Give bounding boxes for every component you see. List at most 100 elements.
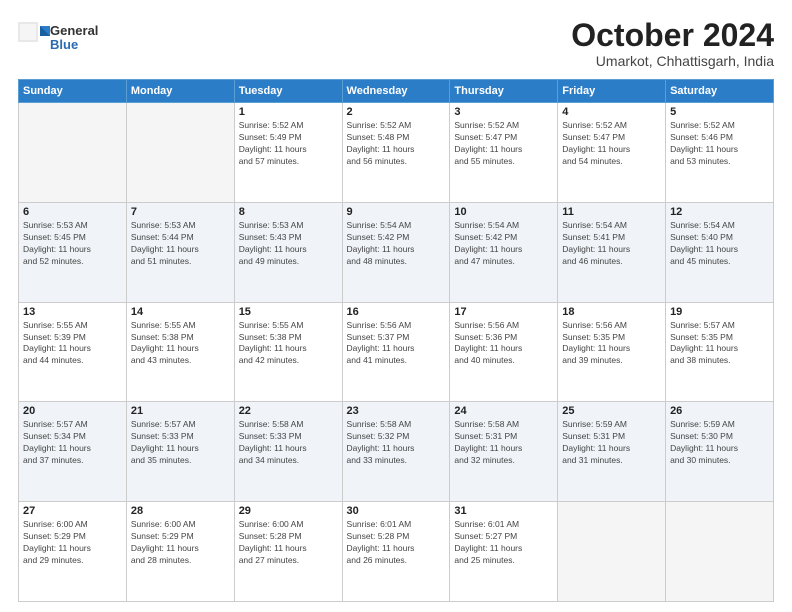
day-info: Sunrise: 6:01 AM Sunset: 5:28 PM Dayligh… (347, 519, 446, 567)
day-info: Sunrise: 5:53 AM Sunset: 5:45 PM Dayligh… (23, 220, 122, 268)
day-number: 11 (562, 206, 661, 218)
logo-icon (18, 22, 50, 54)
day-info: Sunrise: 5:58 AM Sunset: 5:32 PM Dayligh… (347, 419, 446, 467)
calendar-week-row: 13 Sunrise: 5:55 AM Sunset: 5:39 PM Dayli… (19, 302, 774, 402)
calendar-cell: 22 Sunrise: 5:58 AM Sunset: 5:33 PM Dayli… (234, 402, 342, 502)
day-info: Sunrise: 5:58 AM Sunset: 5:33 PM Dayligh… (239, 419, 338, 467)
calendar-cell: 15 Sunrise: 5:55 AM Sunset: 5:38 PM Dayli… (234, 302, 342, 402)
day-number: 29 (239, 505, 338, 517)
calendar-week-row: 6 Sunrise: 5:53 AM Sunset: 5:45 PM Daylig… (19, 202, 774, 302)
calendar-cell: 11 Sunrise: 5:54 AM Sunset: 5:41 PM Dayli… (558, 202, 666, 302)
day-number: 17 (454, 306, 553, 318)
day-info: Sunrise: 5:54 AM Sunset: 5:40 PM Dayligh… (670, 220, 769, 268)
calendar-cell: 1 Sunrise: 5:52 AM Sunset: 5:49 PM Daylig… (234, 103, 342, 203)
day-info: Sunrise: 5:57 AM Sunset: 5:35 PM Dayligh… (670, 320, 769, 368)
calendar-cell: 27Sunrise: 6:00 AM Sunset: 5:29 PM Dayli… (19, 502, 127, 602)
day-number: 14 (131, 306, 230, 318)
logo-general: General (50, 24, 98, 38)
calendar-cell: 16 Sunrise: 5:56 AM Sunset: 5:37 PM Dayli… (342, 302, 450, 402)
day-info: Sunrise: 5:54 AM Sunset: 5:42 PM Dayligh… (454, 220, 553, 268)
calendar-cell: 20 Sunrise: 5:57 AM Sunset: 5:34 PM Dayli… (19, 402, 127, 502)
day-number: 22 (239, 405, 338, 417)
day-info: Sunrise: 5:55 AM Sunset: 5:38 PM Dayligh… (131, 320, 230, 368)
calendar-cell (126, 103, 234, 203)
header-friday: Friday (558, 80, 666, 103)
day-info: Sunrise: 5:54 AM Sunset: 5:42 PM Dayligh… (347, 220, 446, 268)
day-number: 15 (239, 306, 338, 318)
day-number: 28 (131, 505, 230, 517)
day-number: 5 (670, 106, 769, 118)
day-number: 2 (347, 106, 446, 118)
header: General Blue October 2024 Umarkot, Chhat… (18, 18, 774, 69)
calendar-cell: 2 Sunrise: 5:52 AM Sunset: 5:48 PM Daylig… (342, 103, 450, 203)
logo: General Blue (18, 22, 98, 54)
day-info: Sunrise: 5:52 AM Sunset: 5:46 PM Dayligh… (670, 120, 769, 168)
calendar-cell: 19Sunrise: 5:57 AM Sunset: 5:35 PM Dayli… (666, 302, 774, 402)
day-number: 31 (454, 505, 553, 517)
day-number: 1 (239, 106, 338, 118)
calendar-cell: 17 Sunrise: 5:56 AM Sunset: 5:36 PM Dayli… (450, 302, 558, 402)
day-info: Sunrise: 6:01 AM Sunset: 5:27 PM Dayligh… (454, 519, 553, 567)
day-info: Sunrise: 5:52 AM Sunset: 5:49 PM Dayligh… (239, 120, 338, 168)
calendar-cell: 3Sunrise: 5:52 AM Sunset: 5:47 PM Daylig… (450, 103, 558, 203)
day-info: Sunrise: 5:54 AM Sunset: 5:41 PM Dayligh… (562, 220, 661, 268)
day-number: 24 (454, 405, 553, 417)
calendar-page: General Blue October 2024 Umarkot, Chhat… (0, 0, 792, 612)
day-number: 13 (23, 306, 122, 318)
day-info: Sunrise: 5:53 AM Sunset: 5:43 PM Dayligh… (239, 220, 338, 268)
day-number: 16 (347, 306, 446, 318)
title-month: October 2024 (571, 18, 774, 53)
calendar-cell: 5 Sunrise: 5:52 AM Sunset: 5:46 PM Daylig… (666, 103, 774, 203)
header-saturday: Saturday (666, 80, 774, 103)
calendar-cell: 24Sunrise: 5:58 AM Sunset: 5:31 PM Dayli… (450, 402, 558, 502)
day-number: 25 (562, 405, 661, 417)
day-number: 20 (23, 405, 122, 417)
logo-blue: Blue (50, 38, 98, 52)
day-number: 9 (347, 206, 446, 218)
day-info: Sunrise: 5:59 AM Sunset: 5:31 PM Dayligh… (562, 419, 661, 467)
calendar-cell: 8Sunrise: 5:53 AM Sunset: 5:43 PM Daylig… (234, 202, 342, 302)
day-number: 27 (23, 505, 122, 517)
calendar-cell (19, 103, 127, 203)
header-sunday: Sunday (19, 80, 127, 103)
header-monday: Monday (126, 80, 234, 103)
header-wednesday: Wednesday (342, 80, 450, 103)
calendar-cell: 21 Sunrise: 5:57 AM Sunset: 5:33 PM Dayli… (126, 402, 234, 502)
calendar-table: Sunday Monday Tuesday Wednesday Thursday… (18, 79, 774, 602)
day-info: Sunrise: 5:57 AM Sunset: 5:33 PM Dayligh… (131, 419, 230, 467)
calendar-cell: 25 Sunrise: 5:59 AM Sunset: 5:31 PM Dayli… (558, 402, 666, 502)
day-number: 12 (670, 206, 769, 218)
calendar-cell: 9 Sunrise: 5:54 AM Sunset: 5:42 PM Daylig… (342, 202, 450, 302)
day-number: 4 (562, 106, 661, 118)
day-info: Sunrise: 5:52 AM Sunset: 5:48 PM Dayligh… (347, 120, 446, 168)
calendar-cell: 18Sunrise: 5:56 AM Sunset: 5:35 PM Dayli… (558, 302, 666, 402)
title-location: Umarkot, Chhattisgarh, India (571, 53, 774, 69)
day-info: Sunrise: 5:56 AM Sunset: 5:36 PM Dayligh… (454, 320, 553, 368)
day-number: 3 (454, 106, 553, 118)
day-number: 18 (562, 306, 661, 318)
calendar-cell: 30 Sunrise: 6:01 AM Sunset: 5:28 PM Dayli… (342, 502, 450, 602)
calendar-week-row: 20 Sunrise: 5:57 AM Sunset: 5:34 PM Dayli… (19, 402, 774, 502)
day-info: Sunrise: 5:55 AM Sunset: 5:38 PM Dayligh… (239, 320, 338, 368)
calendar-week-row: 1 Sunrise: 5:52 AM Sunset: 5:49 PM Daylig… (19, 103, 774, 203)
logo-text: General Blue (50, 24, 98, 53)
calendar-cell: 12 Sunrise: 5:54 AM Sunset: 5:40 PM Dayli… (666, 202, 774, 302)
day-info: Sunrise: 5:57 AM Sunset: 5:34 PM Dayligh… (23, 419, 122, 467)
day-info: Sunrise: 5:53 AM Sunset: 5:44 PM Dayligh… (131, 220, 230, 268)
day-number: 23 (347, 405, 446, 417)
day-number: 21 (131, 405, 230, 417)
day-number: 26 (670, 405, 769, 417)
weekday-header-row: Sunday Monday Tuesday Wednesday Thursday… (19, 80, 774, 103)
calendar-cell: 28Sunrise: 6:00 AM Sunset: 5:29 PM Dayli… (126, 502, 234, 602)
day-number: 30 (347, 505, 446, 517)
calendar-cell: 26 Sunrise: 5:59 AM Sunset: 5:30 PM Dayli… (666, 402, 774, 502)
day-number: 6 (23, 206, 122, 218)
calendar-cell: 23 Sunrise: 5:58 AM Sunset: 5:32 PM Dayli… (342, 402, 450, 502)
day-info: Sunrise: 5:56 AM Sunset: 5:37 PM Dayligh… (347, 320, 446, 368)
day-info: Sunrise: 5:59 AM Sunset: 5:30 PM Dayligh… (670, 419, 769, 467)
calendar-cell (666, 502, 774, 602)
day-info: Sunrise: 5:55 AM Sunset: 5:39 PM Dayligh… (23, 320, 122, 368)
calendar-cell: 10Sunrise: 5:54 AM Sunset: 5:42 PM Dayli… (450, 202, 558, 302)
calendar-cell (558, 502, 666, 602)
calendar-cell: 14 Sunrise: 5:55 AM Sunset: 5:38 PM Dayli… (126, 302, 234, 402)
